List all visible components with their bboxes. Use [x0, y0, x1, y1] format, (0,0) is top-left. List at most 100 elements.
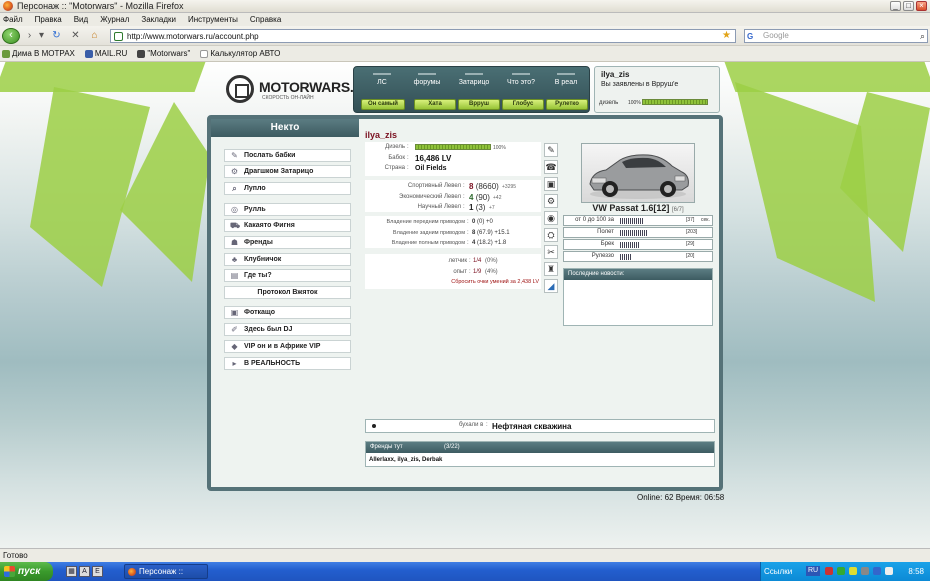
page-content: MOTORWARS.RU СКОРОСТЬ ОН-ЛАЙН ЛС форумы …	[0, 62, 930, 548]
tray-icon[interactable]	[825, 567, 833, 575]
camera-icon[interactable]: ▣	[544, 177, 558, 191]
tray-icon[interactable]	[837, 567, 845, 575]
menu-drag-shop[interactable]: ⚙ Драгшком Затарицо	[224, 165, 351, 178]
menu-photos[interactable]: ▣ Фоткащо	[224, 306, 351, 319]
home-button[interactable]: Он самый	[361, 99, 405, 110]
bookmark-item[interactable]: MAIL.RU	[84, 49, 127, 58]
home-icon[interactable]: ⌂	[89, 31, 100, 42]
phone-icon[interactable]: ☎	[544, 160, 558, 174]
bookmark-icon	[200, 49, 209, 58]
search-input[interactable]: G Google ⌕	[744, 29, 928, 43]
colon: :	[407, 144, 409, 150]
bookmark-star-icon[interactable]: ★	[722, 30, 731, 41]
country-label: Страна	[384, 165, 405, 171]
forward-icon[interactable]: ›	[24, 31, 35, 42]
menu-guestbook[interactable]: ✐ Здесь был DJ	[224, 323, 351, 336]
drag-shop-icon: ⚙	[230, 167, 239, 176]
engine-icon[interactable]: ⚙	[544, 194, 558, 208]
site-logo[interactable]: MOTORWARS.RU СКОРОСТЬ ОН-ЛАЙН	[226, 75, 373, 107]
menu-item-label: Рулль	[244, 206, 266, 213]
menu-bookmarks[interactable]: Закладки	[141, 15, 176, 24]
menu-tools[interactable]: Инструменты	[188, 15, 238, 24]
menu-help[interactable]: Справка	[250, 15, 281, 24]
car-model: VW Passat 1.6[12]	[592, 203, 670, 213]
stat-label: Полет	[597, 229, 614, 235]
menu-vip[interactable]: ◆ VIP он и в Африке VIP	[224, 340, 351, 353]
bodykit-icon[interactable]: ◢	[544, 279, 558, 293]
menu-steering[interactable]: ◎ Рулль	[224, 203, 351, 216]
nav-real[interactable]: В реал	[546, 77, 586, 95]
colon: :	[467, 230, 469, 236]
menu-edit[interactable]: Правка	[35, 15, 62, 24]
chassis-icon[interactable]: ⛭	[544, 228, 558, 242]
menu-view[interactable]: Вид	[74, 15, 88, 24]
bookmark-item[interactable]: "Motorwars"	[137, 49, 190, 58]
minimize-button[interactable]: _	[890, 1, 901, 11]
close-button[interactable]: ×	[916, 1, 927, 11]
menu-bribe-log[interactable]: Протокол Вжяток	[224, 286, 351, 299]
tool-icon[interactable]: ✎	[544, 143, 558, 157]
nav-forums[interactable]: форумы	[406, 77, 448, 95]
quicklaunch-icon[interactable]: E	[92, 566, 103, 577]
drive-points: (67.9)	[477, 230, 493, 236]
nav-shop[interactable]: Затарицо	[452, 77, 496, 95]
menu-item-label: Фоткащо	[244, 309, 275, 316]
roulette-button[interactable]: Рулетко	[546, 99, 588, 110]
race-button[interactable]: Врруш	[458, 99, 500, 110]
user-name[interactable]: ilya_zis	[601, 70, 713, 79]
colon: :	[467, 219, 469, 225]
nav-about[interactable]: Что это?	[500, 77, 542, 95]
drive-label: Владение передним приводом	[386, 219, 465, 225]
pen-icon: ✐	[231, 325, 238, 334]
nav-messages[interactable]: ЛС	[362, 77, 402, 95]
menu-friends[interactable]: ☗ Френды	[224, 236, 351, 249]
menu-send-money[interactable]: ✎ Послать бабки	[224, 149, 351, 162]
menu-history[interactable]: Журнал	[100, 15, 129, 24]
menu-file[interactable]: Файл	[3, 15, 23, 24]
menu-something[interactable]: ⛟ Какаято Фигня	[224, 219, 351, 232]
start-button[interactable]: пуск	[0, 562, 53, 581]
globe-button[interactable]: Глобус	[502, 99, 544, 110]
maximize-button[interactable]: □	[903, 1, 914, 11]
car-image[interactable]	[581, 143, 695, 203]
tray-icon[interactable]	[861, 567, 869, 575]
menu-club[interactable]: ♣ Клубничок	[224, 253, 351, 266]
taskbar-item-firefox[interactable]: Персонаж :: "Motorn...	[124, 564, 208, 581]
colon: :	[407, 165, 409, 171]
reload-icon[interactable]: ↻	[51, 31, 62, 42]
parts-icon[interactable]: ♜	[544, 262, 558, 276]
business-value[interactable]: Нефтяная скважина	[492, 422, 571, 431]
url-bar[interactable]: http://www.motorwars.ru/account.php ★	[110, 29, 736, 43]
garage-button[interactable]: Хата	[414, 99, 456, 110]
friends-list[interactable]: Allerlaxx, ilya_zis, Derbak	[369, 457, 442, 463]
quicklaunch-icon[interactable]: ▦	[66, 566, 77, 577]
car-icon: ⛟	[230, 221, 241, 230]
back-button[interactable]: ‹	[2, 28, 20, 44]
dropdown-icon[interactable]: ▾	[36, 31, 47, 42]
search-icon[interactable]: ⌕	[920, 30, 925, 42]
bookmark-item[interactable]: Калькулятор АВТО	[200, 49, 280, 58]
steering-wheel-icon: ◎	[231, 205, 238, 214]
tray-icon[interactable]	[873, 567, 881, 575]
menu-reality[interactable]: ▸ В РЕАЛЬНОСТЬ	[224, 357, 351, 370]
tray-icon[interactable]	[849, 567, 857, 575]
links-toolbar[interactable]: Ссылки	[764, 562, 792, 581]
wheel-icon[interactable]: ◉	[544, 211, 558, 225]
car-stat-acceleration: от 0 до 100 за [37] сек.	[563, 215, 713, 226]
bookmark-item[interactable]: Дима В МОТРАХ	[2, 49, 75, 58]
menu-item-label: Какаято Фигня	[244, 222, 295, 229]
tray-icon[interactable]	[885, 567, 893, 575]
menu-item-label: Клубничок	[244, 256, 282, 263]
stat-bar	[620, 218, 643, 224]
exit-icon: ▸	[232, 359, 237, 368]
menu-where[interactable]: ▤ Где ты?	[224, 269, 351, 282]
logo-mark-icon	[226, 75, 254, 103]
google-icon[interactable]: G	[747, 31, 759, 41]
reset-skills-link[interactable]: Сбросить очки умений за 2,438 LV	[365, 279, 539, 285]
stop-icon[interactable]: ✕	[70, 31, 81, 42]
bookmark-label: Калькулятор АВТО	[210, 49, 281, 58]
quicklaunch-icon[interactable]: A	[79, 566, 90, 577]
wrench-icon[interactable]: ✂	[544, 245, 558, 259]
language-indicator[interactable]: RU	[806, 566, 821, 576]
menu-search[interactable]: ⌕ Лупло	[224, 182, 351, 195]
